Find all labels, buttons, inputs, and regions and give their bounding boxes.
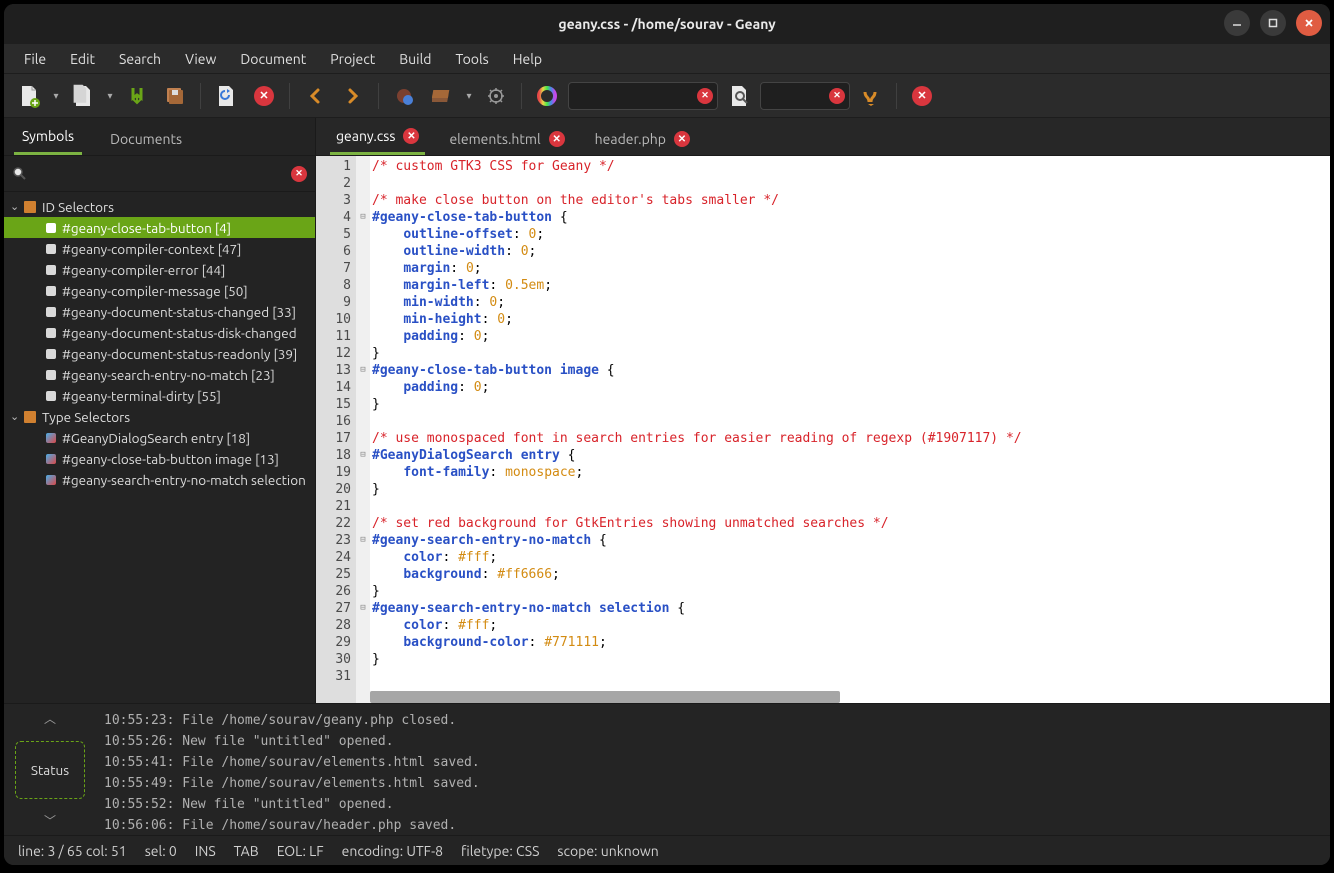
tree-item[interactable]: #geany-document-status-disk-changed — [4, 322, 315, 343]
horizontal-scrollbar[interactable] — [370, 691, 840, 703]
status-item: INS — [195, 843, 216, 859]
tab-close-icon[interactable]: ✕ — [403, 128, 419, 144]
menu-search[interactable]: Search — [109, 47, 171, 71]
tree-item[interactable]: #geany-document-status-readonly [39] — [4, 343, 315, 364]
editor-tab-label: geany.css — [336, 128, 395, 144]
message-line: 10:55:26: New file "untitled" opened. — [104, 731, 1322, 752]
fold-column[interactable]: ⊟ ⊟ ⊟ ⊟ ⊟ — [356, 156, 370, 703]
code-editor[interactable]: 1234567891011121314151617181920212223242… — [316, 156, 1330, 703]
menu-tools[interactable]: Tools — [445, 47, 498, 71]
status-item: encoding: UTF-8 — [342, 843, 443, 859]
minimize-button[interactable] — [1224, 10, 1250, 36]
titlebar: geany.css - /home/sourav - Geany — [4, 4, 1330, 44]
menu-document[interactable]: Document — [230, 47, 316, 71]
status-tab[interactable]: Status — [15, 741, 85, 799]
status-item: sel: 0 — [145, 843, 177, 859]
sidebar: SymbolsDocuments ✕ ⌄ID Selectors#geany-c… — [4, 118, 316, 703]
menu-view[interactable]: View — [175, 47, 226, 71]
symbol-tree[interactable]: ⌄ID Selectors#geany-close-tab-button [4]… — [4, 192, 315, 703]
tree-item[interactable]: #GeanyDialogSearch entry [18] — [4, 427, 315, 448]
open-file-dropdown[interactable]: ▾ — [104, 90, 116, 102]
message-line: 10:55:41: File /home/sourav/elements.htm… — [104, 752, 1322, 773]
new-file-button[interactable] — [12, 79, 46, 113]
messages-prev-button[interactable]: ︿ — [44, 710, 56, 727]
nav-back-button[interactable] — [298, 79, 332, 113]
symbol-filter-clear-icon[interactable]: ✕ — [291, 166, 307, 182]
editor: geany.css ✕ elements.html ✕ header.php ✕ 1234… — [316, 118, 1330, 703]
tree-item[interactable]: #geany-compiler-error [44] — [4, 259, 315, 280]
menu-file[interactable]: File — [14, 47, 56, 71]
new-file-dropdown[interactable]: ▾ — [50, 90, 62, 102]
tree-item[interactable]: #geany-close-tab-button [4] — [4, 217, 315, 238]
nav-forward-button[interactable] — [336, 79, 370, 113]
tree-group[interactable]: ⌄ID Selectors — [4, 196, 315, 217]
message-line: 10:55:23: File /home/sourav/geany.php cl… — [104, 710, 1322, 731]
line-gutter: 1234567891011121314151617181920212223242… — [316, 156, 356, 703]
tree-item[interactable]: #geany-search-entry-no-match [23] — [4, 364, 315, 385]
tree-item[interactable]: #geany-document-status-changed [33] — [4, 301, 315, 322]
build-button[interactable] — [425, 79, 459, 113]
editor-tab[interactable]: geany.css ✕ — [330, 120, 425, 155]
menu-project[interactable]: Project — [320, 47, 385, 71]
tree-item[interactable]: #geany-search-entry-no-match selection — [4, 469, 315, 490]
goto-line-field[interactable]: ✕ — [760, 82, 850, 110]
status-item: TAB — [234, 843, 259, 859]
symbol-filter-input[interactable] — [34, 162, 285, 186]
find-button[interactable] — [722, 79, 756, 113]
save-all-button[interactable] — [158, 79, 192, 113]
toolbar: ▾ ▾ ✕ ▾ — [4, 74, 1330, 118]
menu-help[interactable]: Help — [503, 47, 552, 71]
tree-item[interactable]: #geany-compiler-message [50] — [4, 280, 315, 301]
run-button[interactable] — [479, 79, 513, 113]
tree-item[interactable]: #geany-close-tab-button image [13] — [4, 448, 315, 469]
color-chooser-button[interactable] — [530, 79, 564, 113]
sidebar-tab-symbols[interactable]: Symbols — [14, 120, 82, 155]
goto-button[interactable] — [854, 79, 888, 113]
statusbar: line: 3 / 65 col: 51 sel: 0 INS TAB EOL: LF e… — [4, 835, 1330, 865]
messages-next-button[interactable]: ﹀ — [44, 812, 56, 829]
goto-clear-icon[interactable]: ✕ — [829, 88, 845, 104]
status-item: filetype: CSS — [461, 843, 539, 859]
menu-build[interactable]: Build — [389, 47, 441, 71]
message-line: 10:55:52: New file "untitled" opened. — [104, 794, 1322, 815]
reload-button[interactable] — [209, 79, 243, 113]
status-item: line: 3 / 65 col: 51 — [18, 843, 127, 859]
status-item: scope: unknown — [557, 843, 658, 859]
tree-item[interactable]: #geany-terminal-dirty [55] — [4, 385, 315, 406]
message-line: 10:56:06: File /home/sourav/header.php s… — [104, 815, 1322, 835]
window-title: geany.css - /home/sourav - Geany — [4, 16, 1330, 32]
find-field[interactable]: ✕ — [568, 82, 718, 110]
menubar: FileEditSearchViewDocumentProjectBuildTo… — [4, 44, 1330, 74]
editor-tab[interactable]: elements.html ✕ — [443, 123, 570, 155]
maximize-button[interactable] — [1260, 10, 1286, 36]
quit-button[interactable]: ✕ — [905, 79, 939, 113]
menu-edit[interactable]: Edit — [60, 47, 105, 71]
tab-close-icon[interactable]: ✕ — [674, 131, 690, 147]
close-file-button[interactable]: ✕ — [247, 79, 281, 113]
status-item: EOL: LF — [277, 843, 324, 859]
find-clear-icon[interactable]: ✕ — [697, 88, 713, 104]
tree-item[interactable]: #geany-compiler-context [47] — [4, 238, 315, 259]
tree-group[interactable]: ⌄Type Selectors — [4, 406, 315, 427]
search-icon — [12, 166, 28, 182]
open-file-button[interactable] — [66, 79, 100, 113]
editor-tab-label: elements.html — [449, 131, 540, 147]
tab-close-icon[interactable]: ✕ — [549, 131, 565, 147]
messages-panel: ︿ Status ﹀ 10:55:23: File /home/sourav/g… — [4, 703, 1330, 835]
message-line: 10:55:49: File /home/sourav/elements.htm… — [104, 773, 1322, 794]
window-close-button[interactable] — [1296, 10, 1322, 36]
build-dropdown[interactable]: ▾ — [463, 90, 475, 102]
editor-tab-label: header.php — [595, 131, 666, 147]
editor-tab[interactable]: header.php ✕ — [589, 123, 696, 155]
compile-button[interactable] — [387, 79, 421, 113]
save-button[interactable] — [120, 79, 154, 113]
messages-list[interactable]: 10:55:23: File /home/sourav/geany.php cl… — [96, 704, 1330, 835]
sidebar-tab-documents[interactable]: Documents — [102, 123, 190, 155]
